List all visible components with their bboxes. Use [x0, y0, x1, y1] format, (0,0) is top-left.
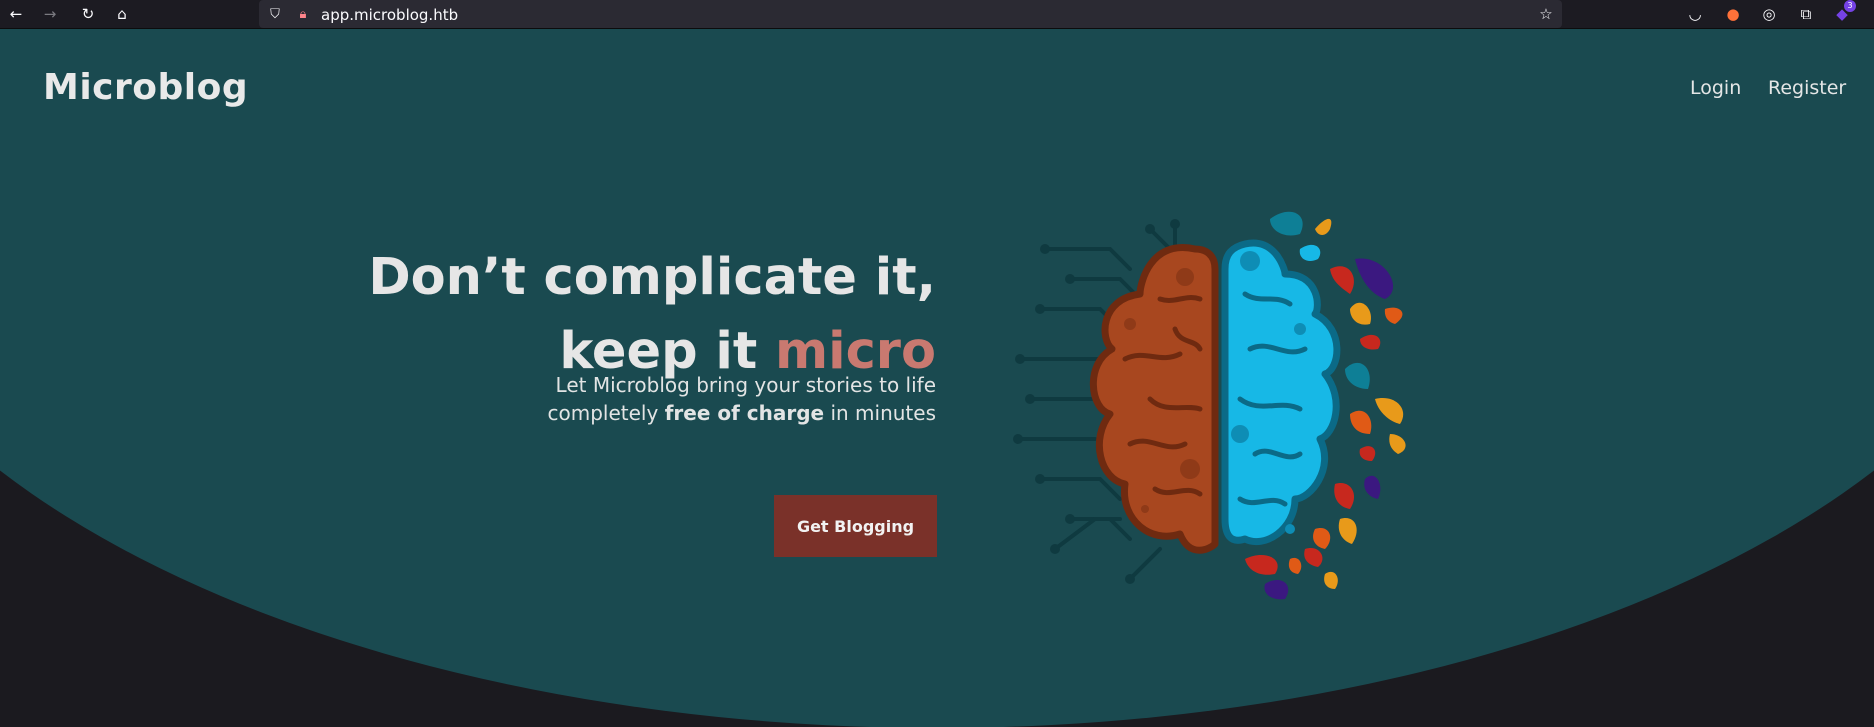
- reload-icon[interactable]: ↻: [78, 4, 98, 24]
- home-icon[interactable]: ⌂: [112, 4, 132, 24]
- brain-left-hemisphere: [1089, 244, 1219, 554]
- brain-right-hemisphere: [1221, 239, 1341, 546]
- forward-icon[interactable]: →: [40, 4, 60, 24]
- extension-icon[interactable]: ◎: [1759, 4, 1779, 24]
- subtext-line2: completely free of charge in minutes: [548, 399, 936, 427]
- url-text[interactable]: app.microblog.htb: [321, 6, 458, 24]
- subtext-bold: free of charge: [664, 401, 825, 425]
- extension-badge: 3: [1844, 0, 1856, 12]
- firefox-icon[interactable]: ●: [1723, 4, 1743, 24]
- shield-icon[interactable]: ⛉: [265, 4, 285, 24]
- hero-subtext: Let Microblog bring your stories to life…: [548, 371, 936, 427]
- pocket-icon[interactable]: ◡: [1685, 4, 1705, 24]
- back-icon[interactable]: ←: [6, 4, 26, 24]
- subtext-line2-prefix: completely: [547, 401, 665, 425]
- subtext-line1: Let Microblog bring your stories to life: [555, 373, 936, 397]
- headline-line1: Don’t complicate it,: [368, 248, 936, 307]
- page: Microblog Login Register Don’t complicat…: [0, 29, 1874, 727]
- brain-illustration: [1013, 211, 1406, 600]
- profile-extension-icon[interactable]: ◆ 3: [1832, 0, 1856, 24]
- site-brand[interactable]: Microblog: [43, 67, 248, 108]
- url-bar[interactable]: ⛉ 🔒︎ app.microblog.htb ☆: [259, 0, 1562, 28]
- lock-icon[interactable]: 🔒︎: [293, 4, 313, 24]
- subtext-line2-suffix: in minutes: [824, 401, 936, 425]
- puzzle-icon[interactable]: ⧉: [1796, 4, 1816, 24]
- get-blogging-button[interactable]: Get Blogging: [774, 495, 937, 557]
- register-link[interactable]: Register: [1768, 77, 1846, 99]
- bookmark-star-icon[interactable]: ☆: [1536, 4, 1556, 24]
- login-link[interactable]: Login: [1690, 77, 1741, 99]
- hero-headline: Don’t complicate it, keep it micro: [368, 241, 936, 389]
- browser-toolbar: ← → ↻ ⌂ ⛉ 🔒︎ app.microblog.htb ☆ ◡ ● ◎ ⧉…: [0, 0, 1874, 29]
- hero-top: [0, 29, 1874, 359]
